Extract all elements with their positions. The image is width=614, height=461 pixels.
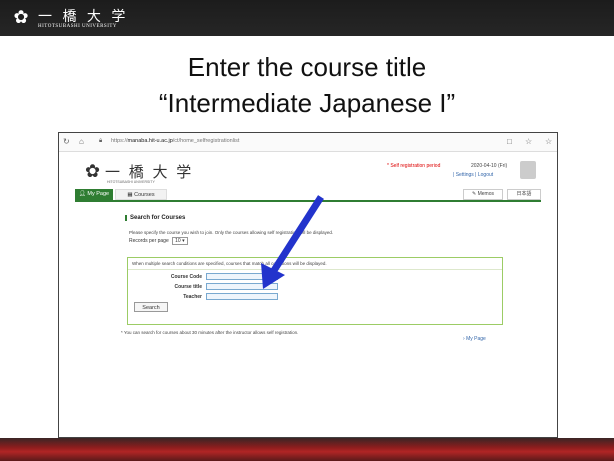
embedded-screenshot: ↻ ⌂ 🔒︎ https://manaba.hit-u.ac.jp/ct/hom… xyxy=(58,132,558,438)
university-logo-sub: HITOTSUBASHI UNIVERSITY xyxy=(38,24,118,29)
slide-footer-bar xyxy=(0,438,614,461)
slide-title-line2: “Intermediate Japanese I” xyxy=(158,88,456,118)
slide-header-bar: ✿ 一 橋 大 学 HITOTSUBASHI UNIVERSITY xyxy=(0,0,614,36)
slide-title-line1: Enter the course title xyxy=(187,52,427,82)
pointer-arrow-icon xyxy=(261,195,324,289)
university-crest-icon: ✿ xyxy=(13,7,29,27)
university-logo-kanji: 一 橋 大 学 xyxy=(38,9,129,25)
